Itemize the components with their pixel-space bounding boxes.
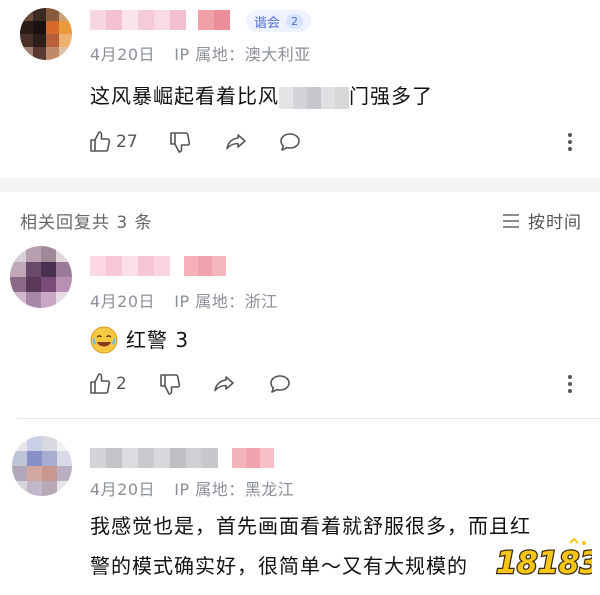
like-count: 2 xyxy=(116,374,127,394)
comment-date: 4月20日 xyxy=(90,480,156,499)
comment-actions: 2 xyxy=(88,372,584,398)
avatar[interactable] xyxy=(12,436,72,496)
site-watermark-logo: 18183 xyxy=(492,537,600,587)
comment-date: 4月20日 xyxy=(90,45,156,64)
sort-lines-icon xyxy=(503,213,519,228)
share-button[interactable] xyxy=(224,130,248,154)
comment-date: 4月20日 xyxy=(90,292,156,311)
share-icon xyxy=(226,134,246,150)
comment-text-part: 门强多了 xyxy=(349,84,433,108)
avatar[interactable] xyxy=(10,246,72,308)
comment-bubble-icon xyxy=(270,375,290,393)
comment-meta: 4月20日 IP 属地：澳大利亚 xyxy=(90,41,311,65)
level-badge: 谐会 2 xyxy=(246,10,312,32)
share-button[interactable] xyxy=(212,372,236,396)
laughing-crying-emoji-icon xyxy=(90,326,118,354)
comment-content: 这风暴崛起看着比风 门强多了 xyxy=(90,76,433,116)
reply-button[interactable] xyxy=(278,130,302,154)
comment-meta: 4月20日 IP 属地：浙江 xyxy=(90,288,278,312)
share-icon xyxy=(214,376,234,392)
comment-location: IP 属地：浙江 xyxy=(174,292,278,311)
comment-location: IP 属地：澳大利亚 xyxy=(174,45,311,64)
svg-text:18183: 18183 xyxy=(496,546,592,581)
avatar[interactable] xyxy=(20,8,72,60)
like-button[interactable]: 2 xyxy=(88,372,127,396)
comment-text: 红警 3 xyxy=(126,328,190,352)
dislike-button[interactable] xyxy=(158,372,182,396)
comment-actions: 27 xyxy=(88,130,584,156)
dislike-button[interactable] xyxy=(168,130,192,154)
comment-text-part: 这风暴崛起看着比风 xyxy=(90,84,279,108)
more-vertical-icon xyxy=(568,375,572,393)
comment-location: IP 属地：黑龙江 xyxy=(174,480,295,499)
section-divider xyxy=(0,178,600,192)
replies-count-label: 相关回复共 3 条 xyxy=(20,213,153,233)
like-button[interactable]: 27 xyxy=(88,130,138,154)
sort-by-time-button[interactable]: 按时间 xyxy=(502,208,582,233)
censored-text xyxy=(279,86,349,109)
thumbs-down-icon xyxy=(160,374,181,395)
like-count: 27 xyxy=(116,132,138,152)
more-options-button[interactable] xyxy=(562,372,578,396)
comment-meta: 4月20日 IP 属地：黑龙江 xyxy=(90,476,294,500)
thumbs-down-icon xyxy=(170,132,191,153)
reply-separator xyxy=(18,418,600,419)
thumbs-up-icon xyxy=(90,131,111,152)
username-blurred[interactable] xyxy=(90,256,226,276)
username-blurred[interactable] xyxy=(90,10,230,30)
badge-label: 谐会 xyxy=(254,15,281,31)
more-vertical-icon xyxy=(568,133,572,151)
reply-button[interactable] xyxy=(268,372,292,396)
thumbs-up-icon xyxy=(90,373,111,394)
badge-number: 2 xyxy=(286,13,304,29)
sort-label: 按时间 xyxy=(528,213,582,233)
username-blurred[interactable] xyxy=(90,448,274,468)
comment-bubble-icon xyxy=(280,133,300,151)
more-options-button[interactable] xyxy=(562,130,578,154)
comment-content: 红警 3 xyxy=(90,320,189,360)
